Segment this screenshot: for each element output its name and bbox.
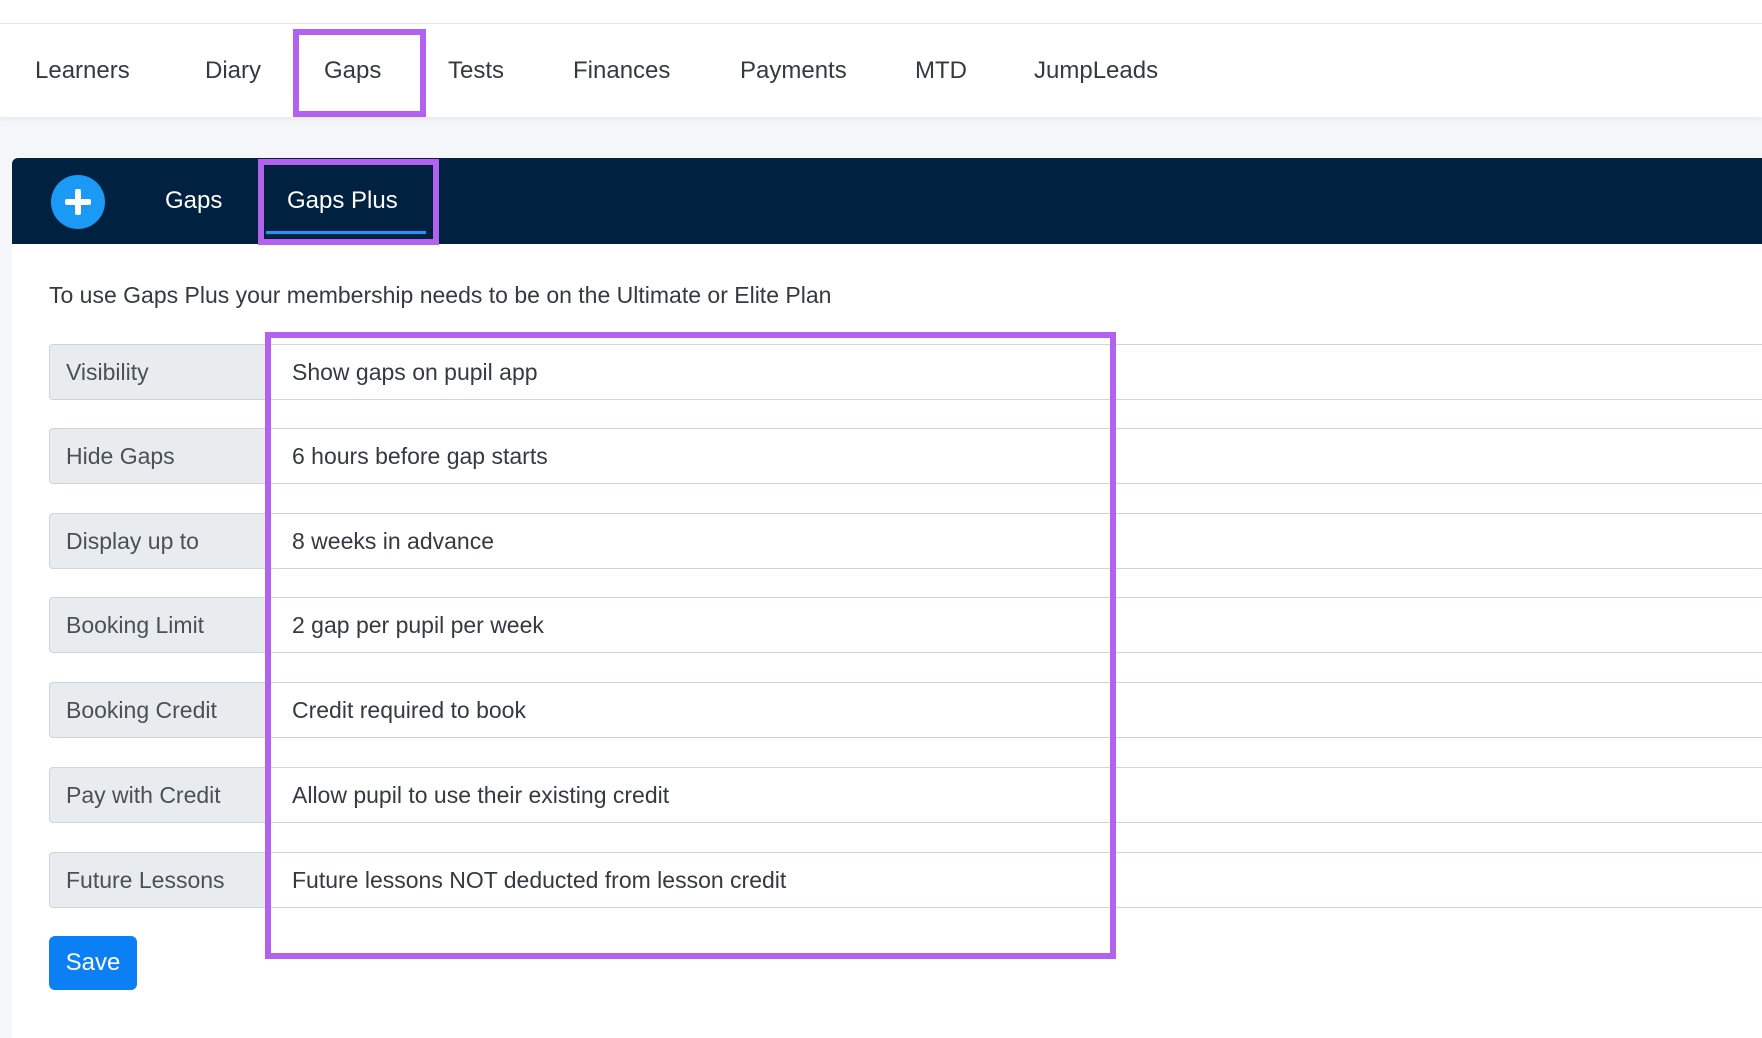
display-up-to-select[interactable]: 8 weeks in advance [269,513,1762,569]
top-nav: Learners Diary Gaps Tests Finances Payme… [0,24,1762,117]
nav-item-learners[interactable]: Learners [35,24,130,117]
setting-row-booking-limit: Booking Limit 2 gap per pupil per week [49,597,1762,653]
setting-label: Booking Limit [49,597,269,653]
hide-gaps-select[interactable]: 6 hours before gap starts [269,428,1762,484]
active-tab-indicator [266,231,426,234]
booking-limit-select[interactable]: 2 gap per pupil per week [269,597,1762,653]
booking-credit-select[interactable]: Credit required to book [269,682,1762,738]
setting-label: Hide Gaps [49,428,269,484]
nav-item-finances[interactable]: Finances [573,24,670,117]
visibility-select[interactable]: Show gaps on pupil app [269,344,1762,400]
setting-label: Future Lessons [49,852,269,908]
setting-row-pay-with-credit: Pay with Credit Allow pupil to use their… [49,767,1762,823]
setting-row-display-up-to: Display up to 8 weeks in advance [49,513,1762,569]
setting-label: Booking Credit [49,682,269,738]
setting-row-visibility: Visibility Show gaps on pupil app [49,344,1762,400]
nav-item-diary[interactable]: Diary [205,24,261,117]
setting-label: Display up to [49,513,269,569]
nav-item-tests[interactable]: Tests [448,24,504,117]
top-strip [0,0,1762,24]
setting-label: Visibility [49,344,269,400]
setting-label: Pay with Credit [49,767,269,823]
nav-item-mtd[interactable]: MTD [915,24,967,117]
setting-row-future-lessons: Future Lessons Future lessons NOT deduct… [49,852,1762,908]
plus-icon[interactable] [51,175,105,229]
tab-gaps[interactable]: Gaps [165,158,222,244]
nav-item-payments[interactable]: Payments [740,24,847,117]
gaps-plus-card: Gaps Gaps Plus To use Gaps Plus your mem… [12,158,1762,1038]
plan-requirement-note: To use Gaps Plus your membership needs t… [49,282,832,308]
save-button[interactable]: Save [49,936,137,990]
nav-item-gaps[interactable]: Gaps [324,24,381,117]
setting-row-hide-gaps: Hide Gaps 6 hours before gap starts [49,428,1762,484]
pay-with-credit-select[interactable]: Allow pupil to use their existing credit [269,767,1762,823]
nav-item-jumpleads[interactable]: JumpLeads [1034,24,1158,117]
card-header: Gaps Gaps Plus [12,158,1762,244]
setting-row-booking-credit: Booking Credit Credit required to book [49,682,1762,738]
future-lessons-select[interactable]: Future lessons NOT deducted from lesson … [269,852,1762,908]
